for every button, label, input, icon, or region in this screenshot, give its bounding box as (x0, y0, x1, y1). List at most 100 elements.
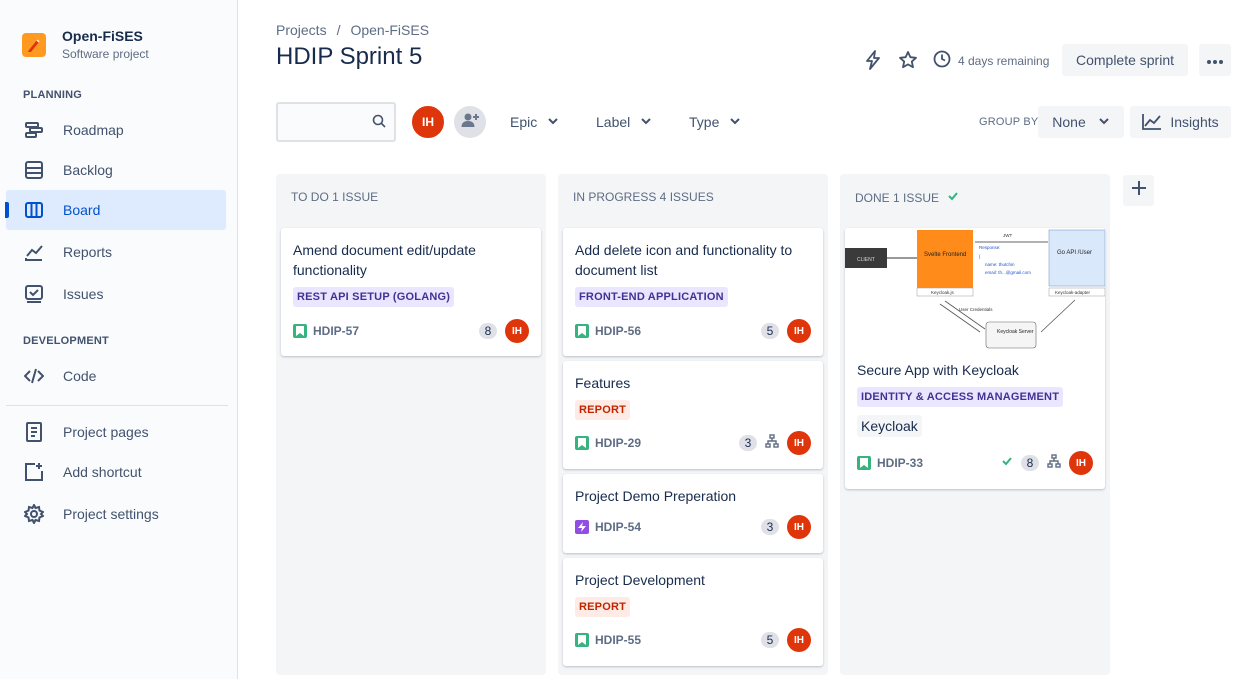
column-todo: TO DO 1 ISSUE Amend document edit/update… (276, 174, 546, 675)
column-header: TO DO 1 ISSUE (291, 190, 378, 204)
project-logo (22, 32, 46, 57)
sidebar-item-add-shortcut[interactable]: Add shortcut (6, 452, 226, 492)
done-check-icon (1001, 454, 1013, 472)
assignee-avatar[interactable]: IH (787, 515, 811, 539)
insights-button[interactable]: Insights (1130, 106, 1231, 138)
add-column-button[interactable] (1123, 175, 1154, 206)
sidebar-item-project-settings[interactable]: Project settings (6, 494, 226, 534)
sidebar-item-reports[interactable]: Reports (6, 232, 226, 272)
issue-key[interactable]: HDIP-29 (595, 436, 641, 450)
assignee-avatar[interactable]: IH (787, 628, 811, 652)
type-filter[interactable]: Type (689, 104, 741, 140)
search-field[interactable] (276, 102, 396, 142)
issue-card[interactable]: Amend document edit/update functionality… (281, 228, 541, 356)
issue-card[interactable]: Project Demo Preperation HDIP-54 3 IH (563, 474, 823, 553)
sidebar-item-issues[interactable]: Issues (6, 274, 226, 314)
card-title: Add delete icon and functionality to doc… (575, 242, 793, 278)
child-issues-icon[interactable] (1047, 453, 1061, 473)
project-type: Software project (62, 47, 149, 61)
board-icon (23, 199, 45, 221)
assignee-avatar[interactable]: IH (505, 319, 529, 343)
page-icon (23, 421, 45, 443)
issue-card[interactable]: Add delete icon and functionality to doc… (563, 228, 823, 356)
diagram-keycloak-js: Keycloak.js (931, 290, 955, 295)
complete-sprint-button[interactable]: Complete sprint (1062, 44, 1188, 76)
breadcrumb: Projects / Open-FiSES (276, 22, 429, 38)
issue-card[interactable]: CLIENT Svelte Frontend Keycloak.js JWT R… (845, 228, 1105, 489)
gear-icon (23, 503, 45, 525)
sidebar-item-roadmap[interactable]: Roadmap (6, 110, 226, 150)
sidebar-item-board[interactable]: Board (5, 190, 226, 230)
diagram-adapter: Keycloak-adapter (1055, 290, 1091, 295)
column-title: DONE 1 ISSUE (855, 190, 940, 205)
assignee-avatar[interactable]: IH (787, 431, 811, 455)
sidebar-item-label: Project settings (63, 506, 159, 522)
group-by-value: None (1052, 114, 1086, 130)
type-filter-label: Type (689, 114, 720, 130)
issue-key[interactable]: HDIP-33 (877, 456, 923, 470)
plus-icon (1130, 179, 1148, 202)
search-icon (372, 114, 386, 133)
epic-badge: REST API SETUP (GOLANG) (293, 287, 455, 307)
story-icon (575, 324, 589, 338)
story-points: 3 (761, 519, 779, 535)
sprint-remaining: 4 days remaining (933, 50, 1049, 71)
card-footer: HDIP-33 8 IH (857, 451, 1093, 475)
diagram-response: Response: (979, 245, 1001, 250)
assignee-avatar[interactable]: IH (1069, 451, 1093, 475)
search-input[interactable] (278, 104, 368, 140)
sidebar-item-code[interactable]: Code (6, 356, 226, 396)
card-title: Amend document edit/update functionality (293, 242, 476, 278)
chevron-down-icon (640, 114, 652, 130)
more-actions-button[interactable] (1199, 44, 1231, 76)
column-title: TO DO 1 ISSUE (291, 190, 379, 204)
label-filter[interactable]: Label (596, 104, 652, 140)
chevron-down-icon (1098, 114, 1110, 130)
page-title: HDIP Sprint 5 (276, 43, 423, 70)
chevron-down-icon (729, 114, 741, 130)
epic-badge: REPORT (575, 597, 631, 617)
diagram-jwt: JWT (1003, 233, 1012, 238)
issue-card[interactable]: Project Development REPORT HDIP-55 5 IH (563, 558, 823, 666)
sidebar-item-label: Backlog (63, 162, 113, 178)
story-icon (575, 436, 589, 450)
issue-key[interactable]: HDIP-55 (595, 633, 641, 647)
column-header: IN PROGRESS 4 ISSUES (573, 190, 714, 204)
more-icon (1206, 52, 1224, 68)
issue-key[interactable]: HDIP-57 (313, 324, 359, 338)
backlog-icon (23, 159, 45, 181)
story-points: 8 (1021, 455, 1039, 471)
sidebar-item-project-pages[interactable]: Project pages (6, 412, 226, 452)
avatar[interactable]: IH (410, 104, 446, 140)
issue-card[interactable]: Features REPORT HDIP-29 3 IH (563, 361, 823, 469)
card-title: Features (575, 375, 631, 391)
issue-key[interactable]: HDIP-54 (595, 520, 641, 534)
breadcrumb-project[interactable]: Open-FiSES (350, 22, 429, 38)
breadcrumb-separator: / (336, 22, 341, 38)
assignee-avatar[interactable]: IH (787, 319, 811, 343)
insights-icon (1142, 112, 1162, 133)
story-points: 3 (739, 435, 757, 451)
story-icon (575, 633, 589, 647)
code-icon (23, 365, 45, 387)
clock-icon (933, 50, 951, 71)
group-by-select[interactable]: None (1038, 106, 1124, 138)
child-issues-icon[interactable] (765, 433, 779, 453)
sidebar-item-backlog[interactable]: Backlog (6, 150, 226, 190)
automation-icon[interactable] (861, 48, 885, 72)
card-footer: HDIP-57 8 IH (293, 319, 529, 343)
reports-icon (23, 241, 45, 263)
project-header[interactable]: Open-FiSES Software project (22, 28, 149, 61)
issue-key[interactable]: HDIP-56 (595, 324, 641, 338)
star-icon[interactable] (896, 48, 920, 72)
story-points: 8 (479, 323, 497, 339)
subtask-icon (575, 520, 589, 534)
story-points: 5 (761, 632, 779, 648)
remaining-text: 4 days remaining (958, 53, 1050, 68)
breadcrumb-projects[interactable]: Projects (276, 22, 327, 38)
add-people-button[interactable] (454, 106, 486, 138)
add-user-icon (460, 110, 480, 135)
epic-filter[interactable]: Epic (510, 104, 559, 140)
story-icon (293, 324, 307, 338)
card-footer: HDIP-54 3 IH (575, 515, 811, 539)
